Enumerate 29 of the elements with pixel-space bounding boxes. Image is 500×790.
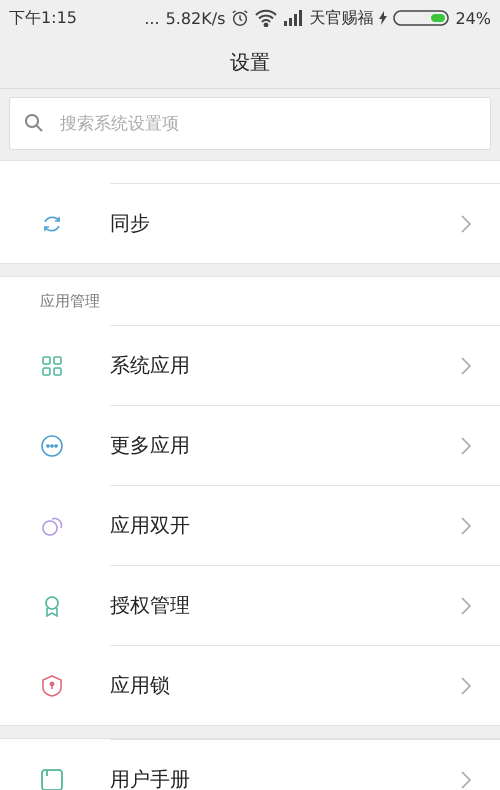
chevron-right-icon xyxy=(460,770,472,790)
chevron-right-icon xyxy=(460,516,472,536)
alarm-icon xyxy=(231,9,250,27)
page-title: 设置 xyxy=(230,48,270,76)
book-icon xyxy=(40,768,64,790)
carrier-name: 天官赐福 xyxy=(309,8,374,28)
signal-icon xyxy=(283,9,304,27)
battery-percent: 24% xyxy=(455,8,491,28)
chevron-right-icon xyxy=(460,356,472,376)
shield-lock-icon xyxy=(40,674,64,698)
network-speed: 5.82K/s xyxy=(166,8,226,28)
wifi-icon xyxy=(255,9,278,27)
chevron-right-icon xyxy=(460,214,472,234)
battery-icon xyxy=(393,10,450,26)
search-field[interactable]: 搜索系统设置项 xyxy=(9,97,491,150)
clock-time: 下午1:15 xyxy=(9,8,77,28)
chevron-right-icon xyxy=(460,596,472,616)
settings-item[interactable]: 应用锁 xyxy=(110,645,500,725)
more-dots: ... xyxy=(144,8,160,28)
settings-item[interactable]: 更多应用 xyxy=(110,405,500,485)
grid-icon xyxy=(40,354,64,378)
settings-item[interactable]: 应用双开 xyxy=(110,485,500,565)
charging-icon xyxy=(379,11,388,25)
more-icon xyxy=(40,434,64,458)
settings-item[interactable]: 系统应用 xyxy=(110,325,500,405)
settings-item[interactable]: 授权管理 xyxy=(110,565,500,645)
chevron-right-icon xyxy=(460,676,472,696)
section-header: 应用管理 xyxy=(40,292,100,310)
chevron-right-icon xyxy=(460,436,472,456)
